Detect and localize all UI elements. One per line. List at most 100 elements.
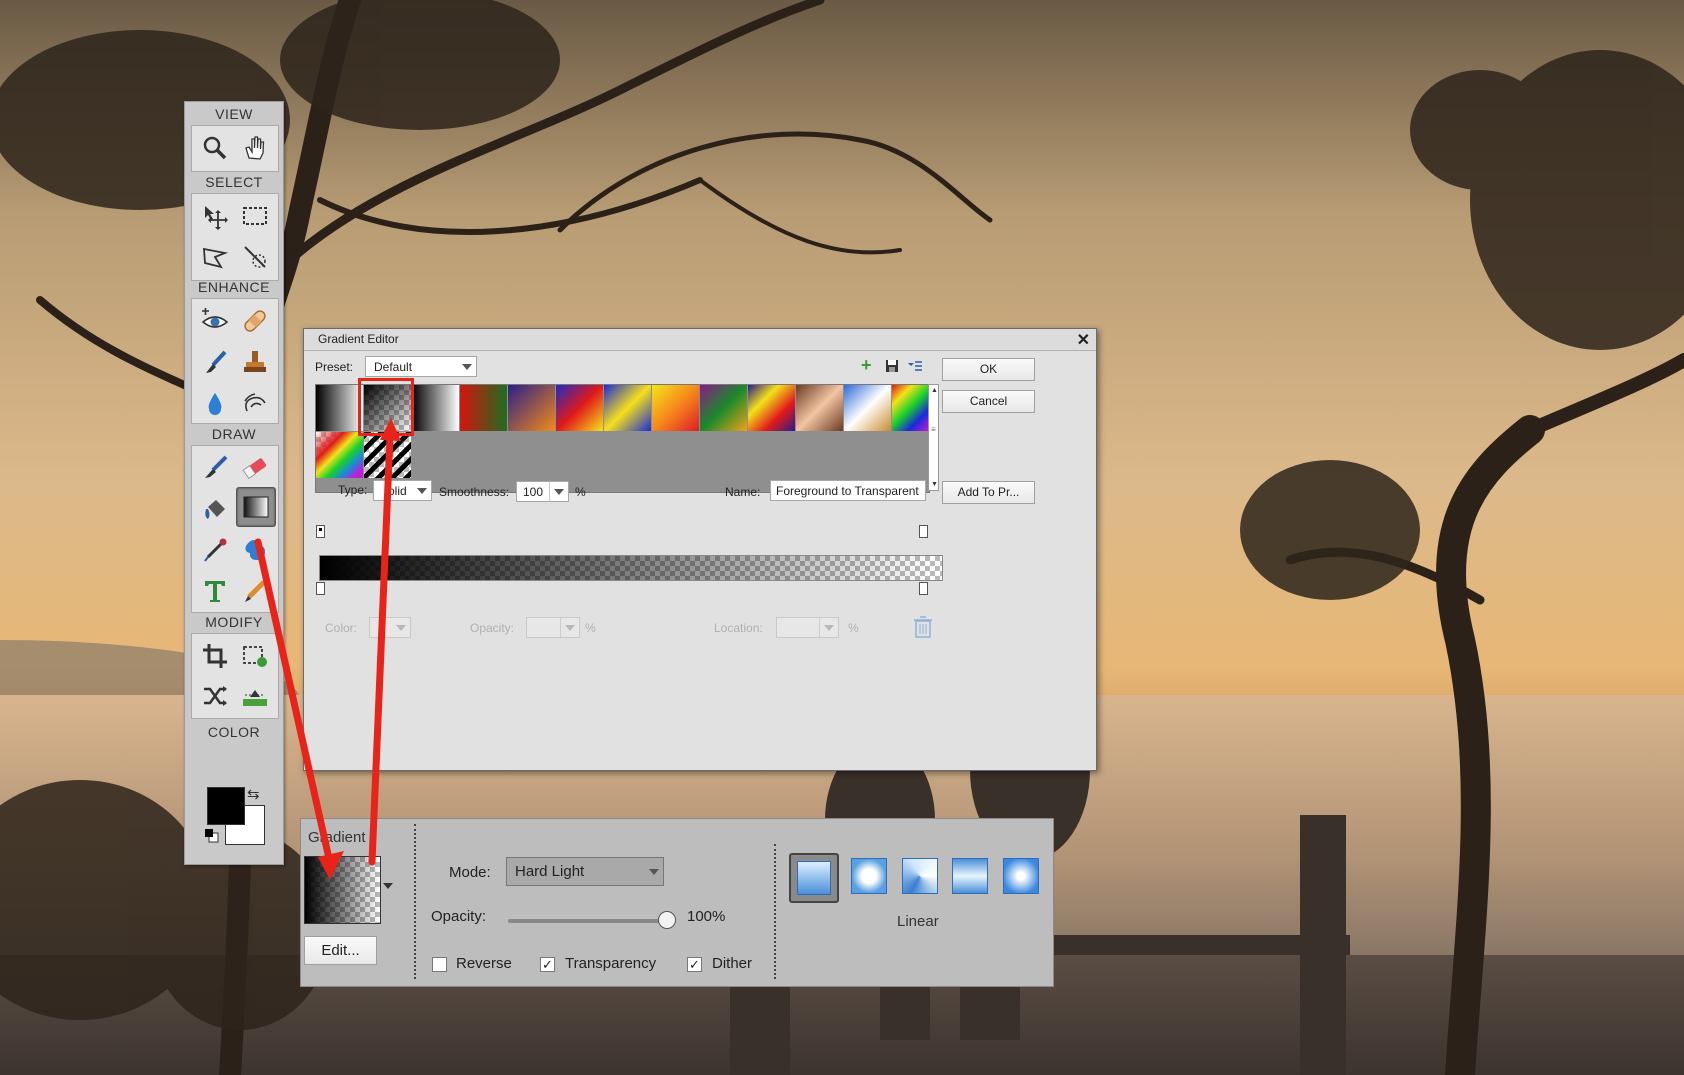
dialog-title-bar: Gradient Editor ✕ <box>304 329 1096 351</box>
section-modify-label: MODIFY <box>205 614 263 630</box>
smoothness-field[interactable]: 100 <box>516 481 569 502</box>
default-colors-icon[interactable] <box>205 829 219 843</box>
recompose-icon[interactable] <box>236 637 274 675</box>
diamond-gradient-button[interactable] <box>998 853 1044 899</box>
transparency-checkbox[interactable]: ✓ <box>540 957 555 972</box>
linear-gradient-button[interactable] <box>789 853 839 903</box>
move-icon[interactable] <box>196 197 234 235</box>
preset-swatch[interactable] <box>460 385 507 431</box>
smudge-icon[interactable] <box>236 384 274 422</box>
opacity-slider-knob[interactable] <box>658 911 676 929</box>
opacity-slider-track[interactable] <box>508 919 668 923</box>
separator <box>414 824 416 979</box>
smart-brush-icon[interactable] <box>196 343 234 381</box>
preset-swatch[interactable] <box>412 385 459 431</box>
brush-icon[interactable] <box>196 449 234 487</box>
preset-swatch[interactable] <box>556 385 603 431</box>
blur-icon[interactable] <box>196 384 234 422</box>
chevron-down-icon <box>819 618 838 637</box>
preset-swatch[interactable] <box>844 385 891 431</box>
add-to-presets-button[interactable]: Add To Pr... <box>942 481 1035 504</box>
section-enhance-label: ENHANCE <box>198 279 270 295</box>
eraser-icon[interactable] <box>236 449 274 487</box>
color-dropdown[interactable] <box>369 617 411 638</box>
clone-stamp-icon[interactable] <box>236 343 274 381</box>
preset-swatch[interactable] <box>316 385 363 431</box>
mode-label: Mode: <box>449 864 491 881</box>
name-field[interactable]: Foreground to Transparent <box>770 480 926 501</box>
opacity-value: 100% <box>687 908 726 925</box>
chevron-down-icon <box>413 481 431 500</box>
section-draw-label: DRAW <box>211 426 257 442</box>
content-aware-move-icon[interactable] <box>196 677 234 715</box>
opacity-label: Opacity: <box>470 621 515 635</box>
preset-label: Preset: <box>315 360 354 374</box>
mode-dropdown[interactable]: Hard Light <box>506 857 664 886</box>
paint-bucket-icon[interactable] <box>196 490 234 528</box>
preset-menu-icon[interactable] <box>907 359 923 376</box>
gradient-icon[interactable] <box>236 487 276 527</box>
dither-checkbox[interactable]: ✓ <box>687 957 702 972</box>
opacity-stop-left[interactable] <box>316 525 325 538</box>
gradient-preview-bar[interactable] <box>319 555 943 581</box>
close-icon[interactable]: ✕ <box>1077 330 1090 350</box>
location-field[interactable] <box>776 617 839 638</box>
chevron-down-icon <box>645 862 663 881</box>
preset-scrollbar[interactable]: ▲ ≡ ▼ <box>928 384 939 491</box>
dither-label: Dither <box>712 955 753 972</box>
hand-icon[interactable] <box>236 129 274 167</box>
color-stop-left[interactable] <box>316 582 325 595</box>
preset-swatch[interactable] <box>748 385 795 431</box>
section-color-label: COLOR <box>207 724 261 740</box>
gradient-type-label: Linear <box>897 913 939 930</box>
save-icon[interactable] <box>885 359 899 376</box>
name-value: Foreground to Transparent <box>776 484 919 498</box>
zoom-icon[interactable] <box>196 129 234 167</box>
edit-button[interactable]: Edit... <box>304 936 377 965</box>
healing-brush-icon[interactable] <box>236 302 274 340</box>
preset-swatch[interactable] <box>796 385 843 431</box>
color-stop-right[interactable] <box>919 582 928 595</box>
radial-gradient-button[interactable] <box>846 853 892 899</box>
ok-button[interactable]: OK <box>942 358 1035 381</box>
gradient-editor-dialog: Gradient Editor ✕ Preset: Default + OK C… <box>303 328 1097 771</box>
reflected-gradient-button[interactable] <box>947 853 993 899</box>
cancel-button[interactable]: Cancel <box>942 390 1035 413</box>
preset-swatch[interactable] <box>892 385 928 431</box>
preset-swatch[interactable] <box>316 432 363 478</box>
transparency-label: Transparency <box>565 955 657 972</box>
delete-stop-icon[interactable] <box>913 615 933 642</box>
add-preset-icon[interactable]: + <box>861 356 872 374</box>
foreground-color-swatch[interactable] <box>207 787 245 825</box>
eyedropper-icon[interactable] <box>196 531 234 569</box>
preset-swatch[interactable] <box>508 385 555 431</box>
opacity-label: Opacity: <box>431 908 487 925</box>
type-icon[interactable] <box>196 572 234 610</box>
preset-dropdown[interactable]: Default <box>365 356 477 377</box>
marquee-icon[interactable] <box>236 197 274 235</box>
location-percent: % <box>848 621 859 635</box>
opacity-stop-right[interactable] <box>919 525 928 538</box>
preset-swatch[interactable] <box>604 385 651 431</box>
custom-shape-icon[interactable] <box>236 531 274 569</box>
swap-colors-icon[interactable]: ⇆ <box>247 785 260 803</box>
quick-selection-icon[interactable] <box>236 238 274 276</box>
red-eye-icon[interactable] <box>196 302 234 340</box>
straighten-icon[interactable] <box>236 677 274 715</box>
preset-swatch[interactable] <box>652 385 699 431</box>
gradient-picker-arrow-icon[interactable] <box>383 883 393 889</box>
separator <box>774 844 776 979</box>
angle-gradient-button[interactable] <box>897 853 943 899</box>
mode-value: Hard Light <box>515 863 585 880</box>
pencil-icon[interactable] <box>236 572 274 610</box>
preset-swatch[interactable] <box>364 432 411 478</box>
gradient-options-bar: Gradient Edit... Mode: Hard Light Opacit… <box>300 818 1054 987</box>
lasso-icon[interactable] <box>196 238 234 276</box>
crop-icon[interactable] <box>196 637 234 675</box>
reverse-checkbox[interactable] <box>432 957 447 972</box>
preset-swatch[interactable] <box>700 385 747 431</box>
opacity-field[interactable] <box>526 617 580 638</box>
color-label: Color: <box>325 621 358 635</box>
type-dropdown[interactable]: olid <box>373 480 432 501</box>
gradient-preview-swatch[interactable] <box>304 856 381 924</box>
